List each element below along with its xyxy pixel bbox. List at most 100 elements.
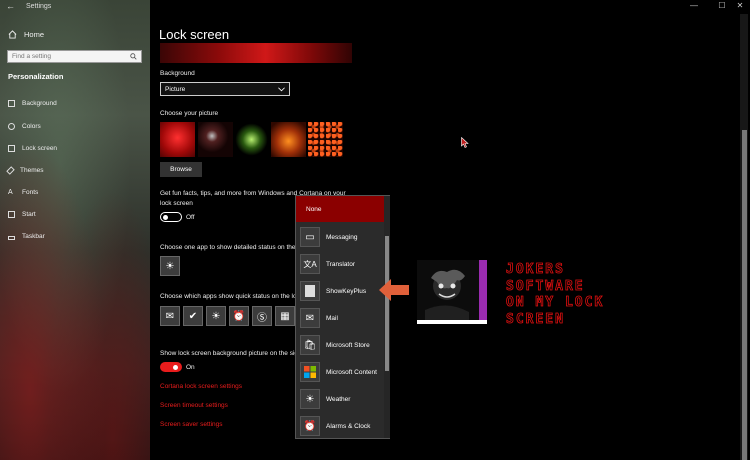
flyout-item-weather[interactable]: ☀ Weather — [300, 387, 384, 411]
flyout-item-label: Mail — [326, 314, 338, 322]
maximize-button[interactable]: ☐ — [714, 1, 730, 10]
home-label: Home — [24, 30, 45, 39]
sidebar-item-themes[interactable]: Themes — [6, 166, 44, 175]
detailed-status-app-button[interactable]: ☀ — [160, 256, 180, 276]
sidebar-item-lock-screen[interactable]: Lock screen — [8, 145, 57, 152]
show-bg-state: On — [186, 364, 195, 371]
browse-button[interactable]: Browse — [160, 162, 202, 177]
sidebar-item-label: Colors — [22, 123, 41, 130]
app-picker-flyout: None ▭ Messaging 文A Translator ShowKeyPl… — [295, 195, 390, 439]
flyout-item-label: Weather — [326, 395, 351, 403]
flyout-item-label: Translator — [326, 260, 356, 268]
flyout-scrollbar-thumb[interactable] — [385, 236, 389, 371]
home-nav[interactable]: Home — [8, 30, 44, 39]
choose-picture-label: Choose your picture — [160, 110, 219, 117]
annotation-text: JOKERS SOFTWARE ON MY LOCK SCREEN — [506, 262, 656, 328]
lock-screen-icon — [8, 145, 15, 152]
sidebar-item-label: Themes — [20, 167, 44, 174]
flyout-item-showkeyplus[interactable]: ShowKeyPlus — [300, 279, 384, 303]
search-placeholder: Find a setting — [12, 53, 52, 60]
mail-icon: ✉ — [300, 308, 320, 328]
title-bar: ← Settings — ☐ ✕ — [0, 0, 750, 14]
picture-thumbnail[interactable] — [198, 122, 233, 157]
mouse-cursor-icon — [461, 137, 469, 148]
fun-facts-toggle[interactable] — [160, 212, 182, 222]
back-arrow-icon[interactable]: ← — [6, 1, 15, 11]
sidebar-item-label: Start — [22, 211, 36, 218]
quick-status-app-button[interactable]: ☀ — [206, 306, 226, 326]
screen-timeout-link[interactable]: Screen timeout settings — [160, 402, 228, 409]
sidebar-item-fonts[interactable]: A Fonts — [8, 189, 38, 196]
main-scrollbar-thumb[interactable] — [742, 130, 747, 460]
flyout-item-microsoft-store[interactable]: 🛍 Microsoft Store — [300, 333, 384, 357]
show-bg-toggle[interactable] — [160, 362, 182, 372]
section-heading: Personalization — [8, 72, 64, 81]
annotation-line: JOKERS — [506, 262, 565, 278]
blank-app-icon — [300, 281, 320, 301]
palette-icon — [8, 123, 15, 130]
sidebar-item-colors[interactable]: Colors — [8, 123, 41, 130]
brush-icon — [6, 166, 15, 175]
background-dropdown[interactable]: Picture — [160, 82, 290, 96]
weather-icon: ☀ — [211, 310, 221, 322]
page-title: Lock screen — [159, 27, 230, 42]
alarm-clock-icon: ⏰ — [232, 310, 246, 322]
fun-facts-state: Off — [186, 214, 195, 221]
windows-logo-icon — [300, 362, 320, 382]
lock-screen-preview — [160, 43, 352, 63]
picture-thumbnail[interactable] — [271, 122, 306, 157]
picture-thumbnail[interactable] — [160, 122, 195, 157]
annotation-line: ON MY LOCK — [506, 295, 605, 311]
fun-facts-label-cont: lock screen — [160, 200, 193, 207]
flyout-item-label: Messaging — [326, 233, 358, 241]
flyout-item-translator[interactable]: 文A Translator — [300, 252, 384, 276]
image-icon — [8, 100, 15, 107]
taskbar-icon — [8, 236, 15, 240]
minimize-button[interactable]: — — [686, 1, 702, 10]
calendar-icon: ▦ — [280, 310, 290, 322]
quick-status-app-button[interactable]: ▦ — [275, 306, 295, 326]
quick-status-app-button[interactable]: ✔ — [183, 306, 203, 326]
weather-icon: ☀ — [165, 260, 175, 272]
annotation-line: SOFTWARE — [506, 278, 585, 294]
flyout-item-label: Alarms & Clock — [326, 422, 371, 430]
sidebar-item-start[interactable]: Start — [8, 211, 36, 218]
quick-status-app-button[interactable]: ⏰ — [229, 306, 249, 326]
red-arrow-icon — [379, 279, 409, 301]
sidebar-item-label: Fonts — [22, 189, 39, 196]
window-title: Settings — [26, 3, 52, 10]
quick-status-app-button[interactable]: ✉ — [160, 306, 180, 326]
annotation-line: SCREEN — [506, 311, 565, 327]
sidebar-item-label: Taskbar — [22, 233, 45, 240]
quick-status-app-button[interactable]: Ⓢ — [252, 306, 272, 326]
search-icon — [130, 53, 137, 60]
translator-icon: 文A — [300, 254, 320, 274]
cortana-settings-link[interactable]: Cortana lock screen settings — [160, 383, 242, 390]
sidebar-item-background[interactable]: Background — [8, 100, 57, 107]
home-icon — [8, 30, 17, 39]
sidebar-item-label: Background — [22, 100, 57, 107]
background-value: Picture — [165, 85, 186, 93]
flyout-item-label: Microsoft Content — [326, 368, 377, 376]
flyout-item-mail[interactable]: ✉ Mail — [300, 306, 384, 330]
sidebar: Home Find a setting Personalization Back… — [0, 0, 150, 460]
checkmark-icon: ✔ — [188, 310, 198, 322]
background-label: Background — [160, 70, 195, 77]
store-icon: 🛍 — [300, 335, 320, 355]
message-icon: ▭ — [300, 227, 320, 247]
joker-image — [417, 260, 487, 324]
flyout-item-alarms-clock[interactable]: ⏰ Alarms & Clock — [300, 414, 384, 438]
flyout-item-none[interactable]: None — [296, 196, 384, 222]
picture-thumbnail[interactable] — [234, 122, 269, 157]
close-button[interactable]: ✕ — [732, 1, 748, 10]
flyout-item-label: ShowKeyPlus — [326, 287, 367, 295]
start-icon — [8, 211, 15, 218]
sidebar-item-taskbar[interactable]: Taskbar — [8, 233, 45, 240]
screen-saver-link[interactable]: Screen saver settings — [160, 421, 223, 428]
picture-thumbnail[interactable] — [308, 122, 343, 157]
weather-icon: ☀ — [300, 389, 320, 409]
skype-icon: Ⓢ — [257, 312, 267, 324]
flyout-item-messaging[interactable]: ▭ Messaging — [300, 225, 384, 249]
search-input[interactable]: Find a setting — [7, 50, 142, 63]
flyout-item-microsoft-content[interactable]: Microsoft Content — [300, 360, 384, 384]
